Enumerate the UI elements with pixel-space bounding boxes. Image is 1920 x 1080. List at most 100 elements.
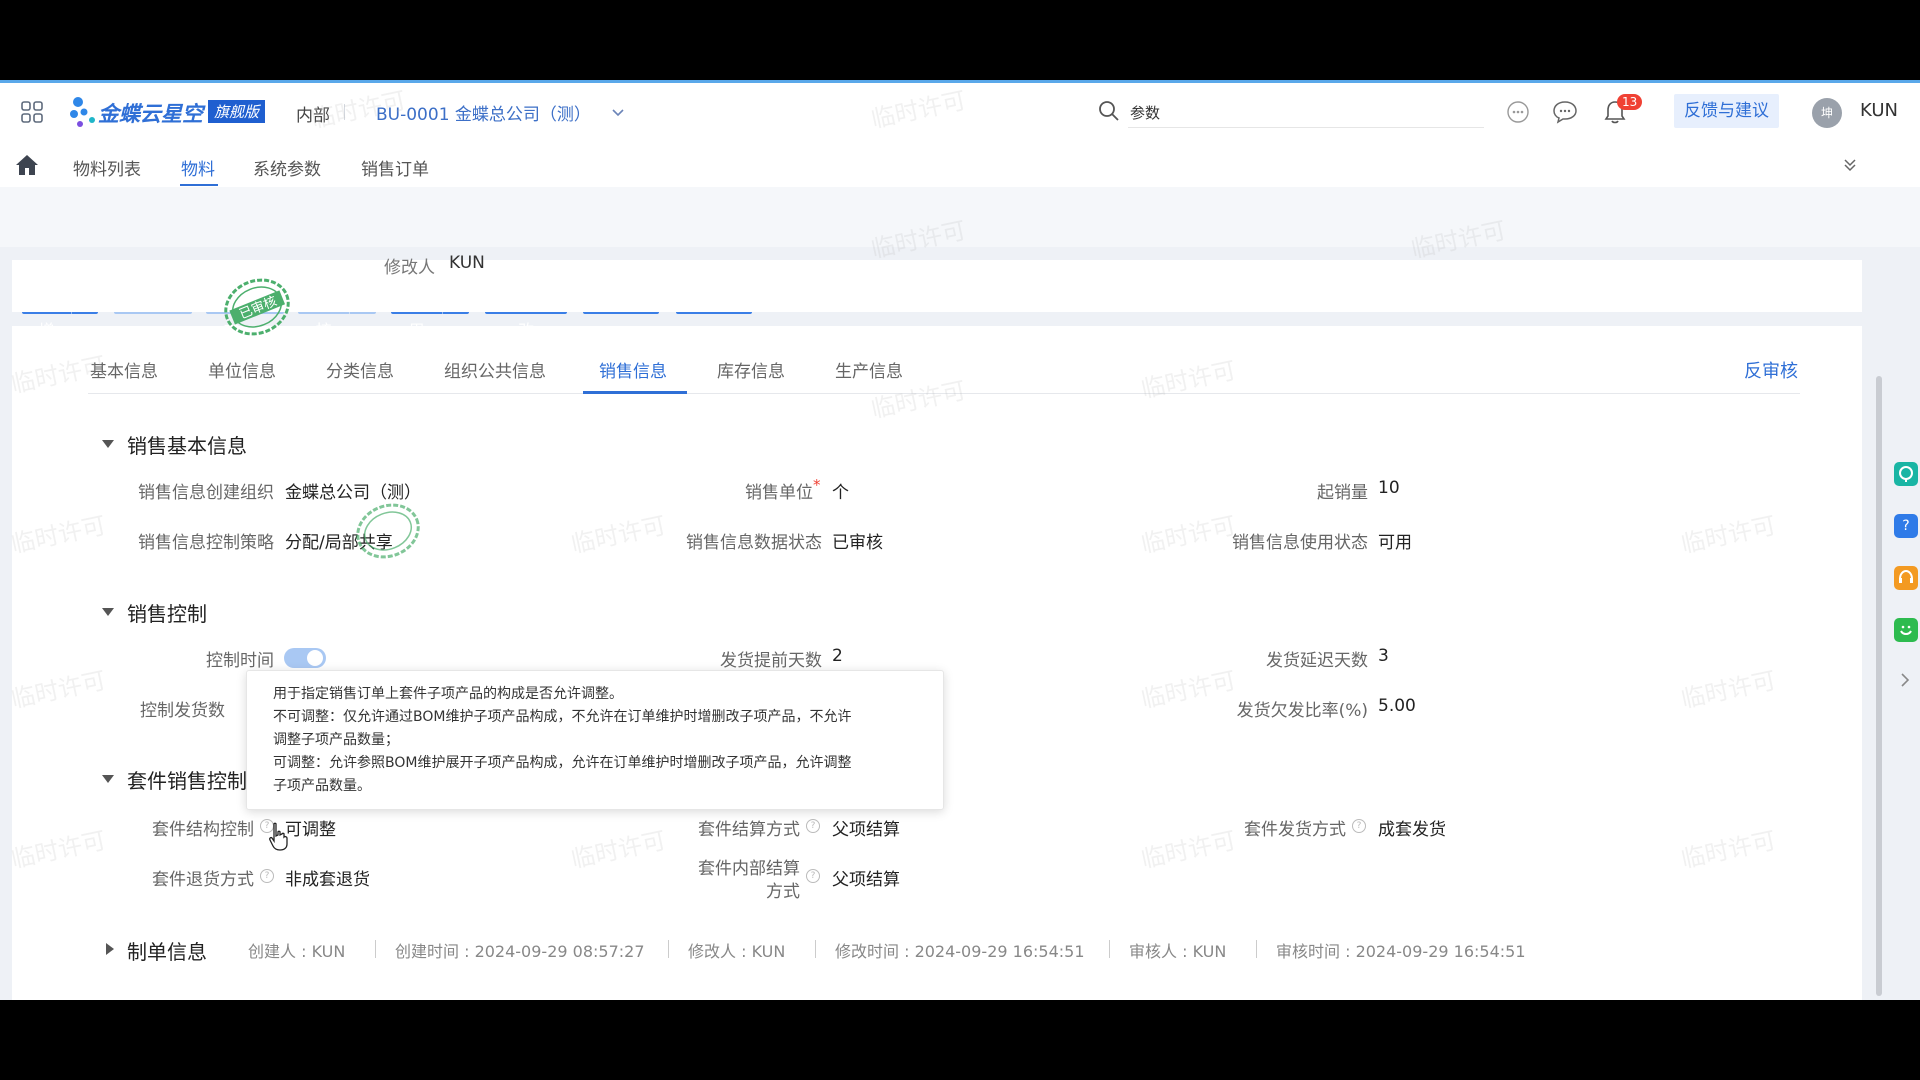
use-status-value: 可用 — [1378, 533, 1412, 553]
tab-material[interactable]: 物料 — [181, 155, 215, 180]
help-icon[interactable]: ? — [806, 819, 820, 833]
control-policy-label: 销售信息控制策略 — [138, 533, 274, 553]
sales-unit-value: 个 — [832, 483, 849, 503]
tab-material-list[interactable]: 物料列表 — [73, 155, 141, 180]
required-asterisk: * — [813, 476, 821, 494]
toggle-knob — [307, 650, 323, 666]
help-center-icon[interactable]: ? — [1894, 514, 1918, 538]
created-time-info: 创建时间 : 2024-09-29 08:57:27 — [395, 942, 645, 961]
form-tab-basic-info[interactable]: 基本信息 — [90, 357, 158, 382]
sales-unit-label: 销售单位 — [745, 483, 813, 503]
help-icon[interactable]: ? — [260, 869, 274, 883]
min-qty-label: 起销量 — [1317, 483, 1368, 503]
chat-bot-icon[interactable] — [1894, 462, 1918, 486]
kingdee-logo — [66, 94, 102, 130]
expand-triangle-icon[interactable] — [106, 943, 114, 955]
feedback-button[interactable]: 反馈与建议 — [1674, 94, 1779, 128]
collapse-triangle-icon[interactable] — [102, 608, 114, 616]
section-title-record-info: 制单信息 — [127, 940, 207, 964]
form-tab-unit-info[interactable]: 单位信息 — [208, 357, 276, 382]
section-title-sales-control: 销售控制 — [127, 602, 207, 626]
tooltip-text-line: 子项产品数量。 — [273, 778, 371, 794]
audit-time-info: 审核时间 : 2024-09-29 16:54:51 — [1276, 942, 1526, 961]
tooltip-text-line: 可调整：允许参照BOM维护展开子项产品构成，允许在订单维护时增删改子项产品，允许… — [273, 755, 852, 771]
window-accent-line — [0, 80, 1920, 83]
app-grid-icon[interactable] — [20, 100, 44, 124]
audited-stamp-faint — [350, 497, 426, 565]
control-time-label: 控制时间 — [206, 651, 274, 671]
user-name[interactable]: KUN — [1860, 100, 1898, 121]
advance-days-value: 2 — [832, 646, 843, 666]
message-icon[interactable] — [1552, 100, 1578, 124]
section-title-kit-control: 套件销售控制 — [127, 769, 247, 793]
tooltip-text-line: 不可调整：仅允许通过BOM维护子项产品构成，不允许在订单维护时增删改子项产品，不… — [273, 709, 852, 725]
active-tab-indicator — [180, 184, 218, 186]
double-chevron-down-icon[interactable] — [1842, 157, 1858, 173]
form-tab-sales-info[interactable]: 销售信息 — [599, 357, 667, 382]
chevron-down-icon[interactable] — [611, 104, 625, 118]
auditor-info: 审核人 : KUN — [1129, 942, 1227, 961]
notification-badge: 13 — [1617, 94, 1643, 110]
search-input[interactable]: 参数 — [1130, 102, 1480, 123]
kit-ship-value: 成套发货 — [1378, 820, 1446, 840]
footer-divider — [815, 940, 816, 958]
form-tabs-divider — [88, 393, 1800, 394]
logo-text: 金蝶云星空 — [98, 102, 203, 126]
kit-return-value: 非成套退货 — [285, 870, 370, 890]
search-icon[interactable] — [1098, 100, 1120, 122]
kit-internal-settle-value: 父项结算 — [832, 870, 900, 890]
smile-feedback-icon[interactable] — [1894, 618, 1918, 642]
tooltip-text-line: 用于指定销售订单上套件子项产品的构成是否允许调整。 — [273, 686, 623, 702]
form-tab-stock-info[interactable]: 库存信息 — [717, 357, 785, 382]
tab-sales-order[interactable]: 销售订单 — [361, 155, 429, 180]
more-dots-icon[interactable] — [1506, 100, 1530, 124]
kit-settle-value: 父项结算 — [832, 820, 900, 840]
kit-settle-label: 套件结算方式 — [698, 820, 800, 840]
active-form-tab-indicator — [583, 391, 687, 394]
header-divider — [344, 104, 345, 120]
form-tab-org-public-info[interactable]: 组织公共信息 — [444, 357, 546, 382]
tab-system-params[interactable]: 系统参数 — [253, 155, 321, 180]
kit-structure-label: 套件结构控制 — [152, 820, 254, 840]
help-icon[interactable]: ? — [1352, 819, 1366, 833]
collapse-triangle-icon[interactable] — [102, 775, 114, 783]
create-org-label: 销售信息创建组织 — [138, 483, 274, 503]
kit-internal-settle-label-line1: 套件内部结算 — [698, 859, 800, 879]
unaudit-link[interactable]: 反审核 — [1744, 357, 1798, 383]
modifier-info: 修改人 : KUN — [688, 942, 786, 961]
home-icon[interactable] — [14, 153, 40, 177]
toolbar — [0, 187, 1920, 247]
modified-time-info: 修改时间 : 2024-09-29 16:54:51 — [835, 942, 1085, 961]
customer-service-icon[interactable] — [1894, 566, 1918, 590]
kit-ship-label: 套件发货方式 — [1244, 820, 1346, 840]
modifier-label: 修改人 — [384, 258, 435, 278]
footer-divider — [1256, 940, 1257, 958]
collapse-triangle-icon[interactable] — [102, 440, 114, 448]
short-ship-value: 5.00 — [1378, 696, 1416, 716]
page-tab-bar: 物料列表 物料 系统参数 销售订单 — [0, 143, 1920, 188]
chevron-right-icon[interactable] — [1898, 672, 1912, 688]
kit-internal-settle-label-line2: 方式 — [766, 882, 800, 902]
delay-days-value: 3 — [1378, 646, 1389, 666]
form-tab-category-info[interactable]: 分类信息 — [326, 357, 394, 382]
audited-stamp: 已审核 — [218, 272, 296, 342]
kit-structure-value: 可调整 — [285, 820, 336, 840]
scope-label[interactable]: 内部 — [296, 101, 330, 126]
min-qty-value: 10 — [1378, 478, 1400, 498]
tooltip-text-line: 调整子项产品数量； — [273, 732, 399, 748]
avatar[interactable]: 坤 — [1812, 98, 1842, 128]
section-title-sales-basic: 销售基本信息 — [127, 434, 247, 458]
mouse-cursor-icon — [268, 822, 290, 852]
top-navigation-bar: 金蝶云星空 旗舰版 内部 BU-0001 金蝶总公司（测） 参数 13 反馈与建… — [0, 80, 1920, 144]
form-tab-production-info[interactable]: 生产信息 — [835, 357, 903, 382]
edition-badge: 旗舰版 — [208, 100, 266, 123]
search-underline — [1128, 127, 1484, 128]
help-icon[interactable]: ? — [806, 869, 820, 883]
vertical-scrollbar[interactable] — [1876, 376, 1882, 996]
use-status-label: 销售信息使用状态 — [1232, 533, 1368, 553]
control-time-toggle[interactable] — [284, 648, 326, 668]
org-selector[interactable]: BU-0001 金蝶总公司（测） — [376, 100, 591, 125]
delay-days-label: 发货延迟天数 — [1266, 651, 1368, 671]
footer-divider — [1109, 940, 1110, 958]
advance-days-label: 发货提前天数 — [720, 651, 822, 671]
